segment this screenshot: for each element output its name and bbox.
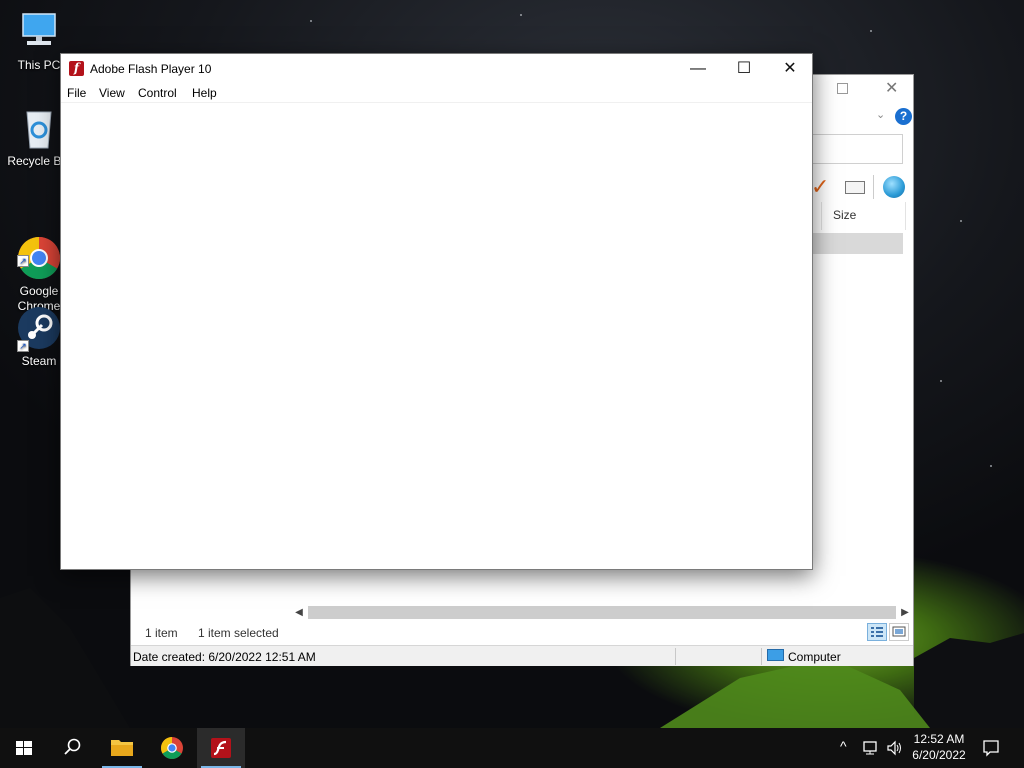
horizontal-scrollbar[interactable]: ◀ ▶	[291, 604, 913, 621]
star	[870, 30, 872, 32]
start-button[interactable]	[0, 728, 48, 768]
flash-title-bar[interactable]: f Adobe Flash Player 10 — ☐ ✕	[61, 54, 812, 84]
menu-file[interactable]: File	[67, 86, 86, 100]
maximize-icon: ☐	[736, 60, 752, 77]
column-header-size-label: Size	[833, 208, 857, 222]
scroll-left-icon[interactable]: ◀	[291, 604, 307, 621]
menu-control[interactable]: Control	[138, 86, 177, 100]
desktop-icon-label: This PC	[17, 58, 61, 72]
flash-icon	[211, 738, 231, 758]
explorer-maximize-button[interactable]	[837, 83, 848, 94]
explorer-close-button[interactable]: ✕	[885, 78, 898, 98]
scroll-right-icon[interactable]: ▶	[897, 604, 913, 621]
steam-icon: ↗	[17, 306, 61, 352]
taskbar-file-explorer[interactable]	[98, 728, 146, 768]
close-icon: ✕	[783, 60, 797, 77]
menu-help[interactable]: Help	[192, 86, 217, 100]
taskbar-chrome[interactable]	[148, 728, 196, 768]
flash-menu-bar: File View Control Help	[61, 84, 812, 103]
shortcut-arrow-icon: ↗	[17, 255, 29, 267]
star	[940, 380, 942, 382]
date-created: Date created: 6/20/2022 12:51 AM	[133, 650, 316, 664]
clock[interactable]: 12:52 AM 6/20/2022	[906, 731, 972, 763]
minimize-icon: —	[690, 60, 706, 77]
large-icons-view-icon	[892, 626, 906, 637]
explorer-details-bar: Date created: 6/20/2022 12:51 AM Compute…	[131, 645, 913, 666]
taskbar-flash-player[interactable]	[197, 728, 245, 768]
volume-icon[interactable]	[886, 740, 904, 756]
taskbar: ^ 12:52 AM 6/20/2022	[0, 728, 1024, 768]
help-icon[interactable]: ?	[895, 108, 912, 125]
explorer-status-bar: 1 item 1 item selected	[131, 621, 913, 643]
status-selection: 1 item selected	[198, 626, 279, 640]
search-icon	[64, 738, 81, 755]
large-icons-view-button[interactable]	[889, 623, 909, 641]
chevron-down-icon[interactable]: ⌄	[876, 108, 885, 121]
shortcut-arrow-icon: ↗	[17, 340, 29, 352]
chrome-icon	[161, 737, 183, 759]
status-item-count: 1 item	[145, 626, 178, 640]
email-icon[interactable]	[845, 181, 865, 194]
flash-app-icon: f	[69, 61, 84, 76]
clock-date: 6/20/2022	[912, 748, 966, 762]
details-view-icon	[871, 627, 883, 637]
star	[310, 20, 312, 22]
minimize-button[interactable]: —	[675, 54, 721, 84]
show-hidden-icons-icon[interactable]: ^	[840, 738, 847, 754]
flash-stage[interactable]	[61, 103, 812, 569]
details-divider	[675, 648, 676, 665]
details-divider	[761, 648, 762, 665]
scrollbar-thumb[interactable]	[308, 606, 896, 619]
recycle-bin-icon	[17, 106, 61, 150]
window-title: Adobe Flash Player 10	[90, 62, 212, 76]
star	[960, 220, 962, 222]
selected-file-row[interactable]	[811, 233, 903, 254]
notifications-icon[interactable]	[982, 739, 1000, 757]
monitor-icon	[17, 10, 61, 54]
search-button[interactable]	[48, 728, 96, 768]
toolbar-divider	[873, 175, 874, 199]
desktop-icon-label: Steam	[21, 354, 57, 368]
folder-icon	[111, 740, 133, 756]
flash-player-window[interactable]: f Adobe Flash Player 10 — ☐ ✕ File View …	[60, 53, 813, 570]
close-button[interactable]: ✕	[767, 54, 813, 84]
globe-icon[interactable]	[883, 176, 905, 198]
chrome-icon: ↗	[17, 221, 61, 280]
computer-icon	[767, 649, 784, 661]
windows-logo-icon	[16, 741, 32, 755]
menu-view[interactable]: View	[99, 86, 125, 100]
network-icon[interactable]	[862, 740, 880, 756]
maximize-button[interactable]: ☐	[721, 54, 767, 84]
clock-time: 12:52 AM	[913, 732, 965, 746]
star	[520, 14, 522, 16]
location-label: Computer	[788, 650, 841, 664]
explorer-address-bar[interactable]	[811, 134, 903, 164]
checkmark-icon[interactable]: ✓	[811, 176, 829, 198]
details-view-button[interactable]	[867, 623, 887, 641]
